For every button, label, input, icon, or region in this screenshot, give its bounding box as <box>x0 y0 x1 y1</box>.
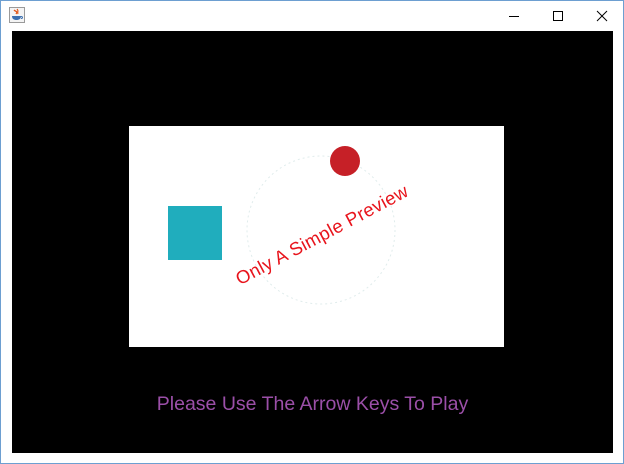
maximize-button[interactable] <box>535 1 581 30</box>
preview-panel: Only A Simple Preview <box>129 126 504 347</box>
ball <box>330 146 360 176</box>
game-canvas[interactable]: Only A Simple Preview Please Use The Arr… <box>12 31 613 453</box>
title-bar[interactable] <box>1 1 623 30</box>
close-button[interactable] <box>579 1 624 30</box>
player-square <box>168 206 222 260</box>
maximize-icon <box>552 10 564 22</box>
game-window: Only A Simple Preview Please Use The Arr… <box>0 0 624 464</box>
java-app-icon <box>9 7 25 23</box>
instructions-text: Please Use The Arrow Keys To Play <box>156 393 469 415</box>
minimize-icon <box>508 10 520 22</box>
close-icon <box>596 10 608 22</box>
minimize-button[interactable] <box>491 1 537 30</box>
